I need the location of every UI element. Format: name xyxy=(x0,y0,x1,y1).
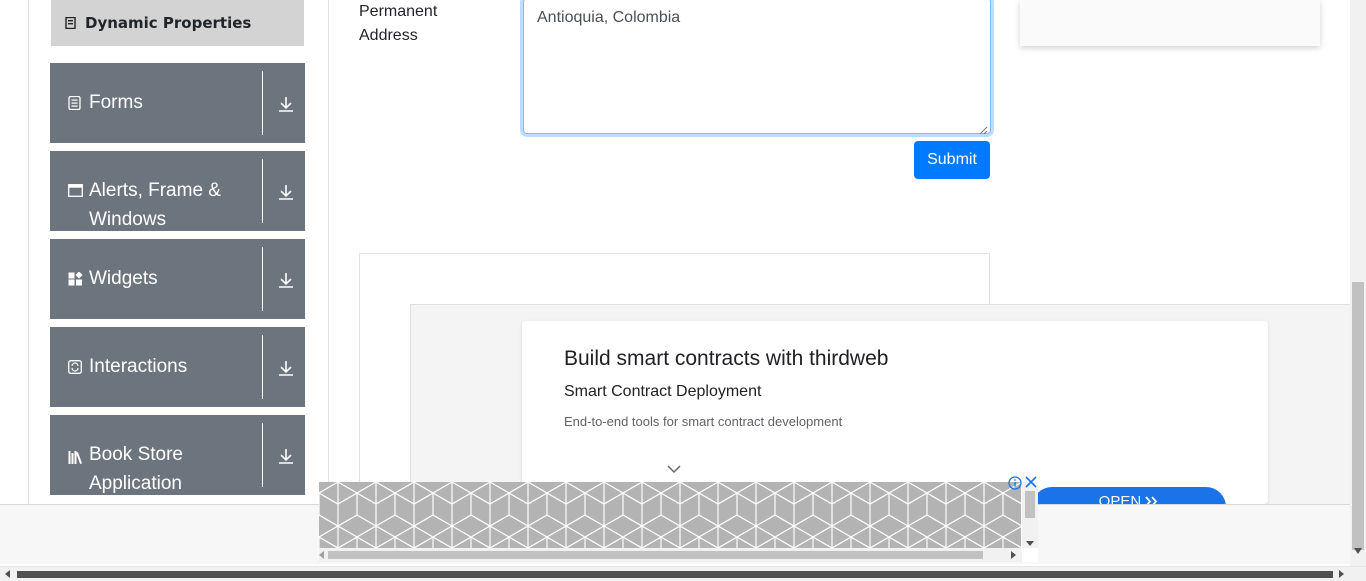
ad-title[interactable]: Build smart contracts with thirdweb xyxy=(564,347,888,371)
sidebar-group-alerts[interactable]: Alerts, Frame & Windows xyxy=(50,151,305,231)
scrollbar-thumb[interactable] xyxy=(1025,491,1035,518)
interactions-icon xyxy=(68,360,83,375)
ad-open-button[interactable]: OPEN xyxy=(1032,487,1226,504)
sidebar-group-book-store[interactable]: Book Store Application xyxy=(50,415,305,495)
sidebar-item-label: Dynamic Properties xyxy=(85,14,252,32)
download-icon[interactable] xyxy=(276,358,296,378)
side-ad-card xyxy=(1020,0,1320,46)
widgets-icon xyxy=(68,271,83,287)
divider xyxy=(262,71,263,135)
sidebar-right-border xyxy=(328,0,329,504)
window-icon xyxy=(68,184,83,199)
divider xyxy=(262,423,263,487)
ad-open-label: OPEN xyxy=(1098,493,1142,504)
sidebar-group-label: Book Store Application xyxy=(89,444,183,494)
permanent-address-label: Permanent Address xyxy=(359,3,438,44)
ad-card[interactable]: Build smart contracts with thirdweb Smar… xyxy=(522,321,1268,504)
list-icon xyxy=(65,16,76,30)
divider xyxy=(262,159,263,223)
scrollbar-thumb[interactable] xyxy=(17,571,1333,578)
sidebar-group-label: Widgets xyxy=(89,268,158,289)
sidebar-item-dynamic-properties[interactable]: Dynamic Properties xyxy=(51,0,304,46)
download-icon[interactable] xyxy=(276,270,296,290)
download-icon[interactable] xyxy=(276,446,296,466)
ad-subtitle: Smart Contract Deployment xyxy=(564,383,762,400)
ad-description: End-to-end tools for smart contract deve… xyxy=(564,414,843,429)
sidebar-group-forms[interactable]: Forms xyxy=(50,63,305,143)
sidebar-group-label: Forms xyxy=(89,92,143,113)
download-icon[interactable] xyxy=(276,94,296,114)
sidebar-group-label: Interactions xyxy=(89,356,188,377)
left-column-border xyxy=(28,0,29,504)
sidebar-group-interactions[interactable]: Interactions xyxy=(50,327,305,407)
sidebar-group-label: Alerts, Frame & Windows xyxy=(89,180,221,230)
scrollbar-thumb[interactable] xyxy=(1352,282,1364,550)
page-horizontal-scrollbar[interactable] xyxy=(0,566,1366,581)
double-chevron-right-icon xyxy=(1145,493,1159,504)
books-icon xyxy=(68,450,83,465)
close-icon[interactable] xyxy=(1024,474,1038,488)
form-icon xyxy=(68,95,83,111)
banner-ad[interactable] xyxy=(319,482,1038,562)
ad-info-icon[interactable] xyxy=(1008,475,1022,490)
permanent-address-textarea[interactable]: Antioquia, Colombia xyxy=(523,0,991,135)
page-vertical-scrollbar[interactable] xyxy=(1350,0,1366,566)
banner-pattern-image xyxy=(319,482,1021,548)
divider xyxy=(262,247,263,311)
divider xyxy=(262,335,263,399)
resize-handle-icon[interactable] xyxy=(979,122,988,135)
submit-button[interactable]: Submit xyxy=(914,141,990,179)
scrollbar-thumb[interactable] xyxy=(328,551,983,559)
permanent-address-value: Antioquia, Colombia xyxy=(537,9,681,26)
banner-vertical-scrollbar[interactable] xyxy=(1022,482,1038,548)
download-icon[interactable] xyxy=(276,182,296,202)
sidebar-group-widgets[interactable]: Widgets xyxy=(50,239,305,319)
banner-horizontal-scrollbar[interactable] xyxy=(319,548,1022,562)
chevron-down-icon[interactable] xyxy=(667,459,681,473)
